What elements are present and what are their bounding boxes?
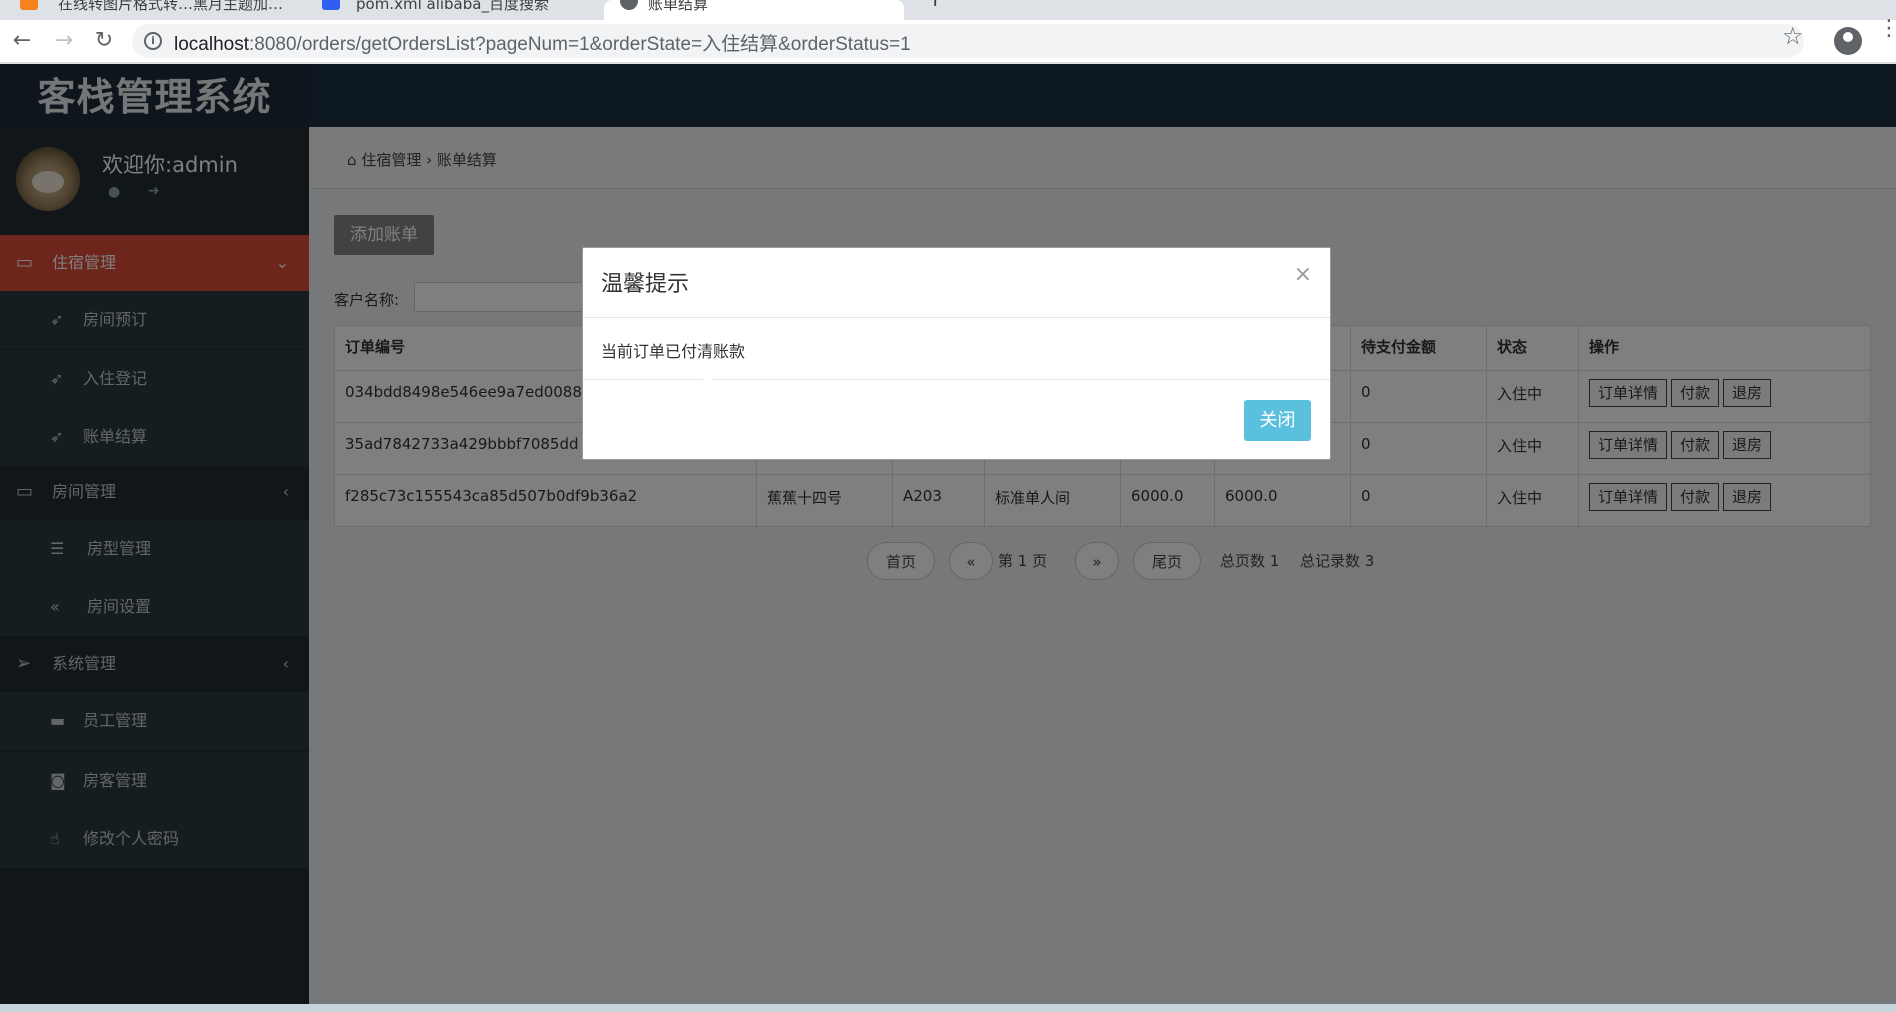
reload-icon[interactable]: ↻ xyxy=(88,26,120,56)
tab-favicon-icon xyxy=(20,0,38,10)
forward-icon[interactable]: → xyxy=(48,26,80,56)
tab-favicon-icon xyxy=(620,0,638,10)
modal-backdrop[interactable] xyxy=(0,64,1896,1012)
browser-tab[interactable]: pom.xml alibaba_百度搜索 × xyxy=(308,0,604,20)
back-icon[interactable]: ← xyxy=(6,26,38,56)
tab-title: 在线转图片格式转…黑月主题加… xyxy=(58,0,284,13)
tab-favicon-icon xyxy=(322,0,340,10)
browser-tab-bar: 在线转图片格式转…黑月主题加… × pom.xml alibaba_百度搜索 ×… xyxy=(0,0,1896,20)
modal-message: 当前订单已付清账款 xyxy=(601,342,746,361)
alert-modal: 温馨提示 × 当前订单已付清账款 关闭 xyxy=(582,247,1331,460)
modal-divider xyxy=(583,317,1330,318)
browser-menu-icon[interactable]: ⋮ xyxy=(1878,18,1896,40)
url-text[interactable]: localhost:8080/orders/getOrdersList?page… xyxy=(174,29,911,56)
address-bar[interactable]: i localhost:8080/orders/getOrdersList?pa… xyxy=(132,24,1804,58)
url-host: localhost xyxy=(174,34,249,55)
bottom-scrollbar[interactable] xyxy=(0,1004,1896,1012)
browser-tab-active[interactable]: 账单结算 × xyxy=(604,0,904,20)
close-icon[interactable]: × xyxy=(1294,262,1312,287)
bookmark-star-icon[interactable]: ☆ xyxy=(1782,22,1804,50)
modal-title: 温馨提示 xyxy=(601,272,690,297)
info-icon[interactable]: i xyxy=(144,32,162,50)
browser-tab[interactable]: 在线转图片格式转…黑月主题加… × xyxy=(0,0,300,20)
tab-title: pom.xml alibaba_百度搜索 xyxy=(356,0,549,13)
browser-toolbar: ← → ↻ i localhost:8080/orders/getOrdersL… xyxy=(0,18,1896,63)
modal-close-button[interactable]: 关闭 xyxy=(1244,400,1311,441)
profile-icon[interactable] xyxy=(1834,27,1862,55)
new-tab-button[interactable]: + xyxy=(918,0,958,10)
modal-divider xyxy=(583,379,1330,380)
tab-title: 账单结算 xyxy=(648,0,709,13)
url-path: :8080/orders/getOrdersList?pageNum=1&ord… xyxy=(249,34,911,55)
